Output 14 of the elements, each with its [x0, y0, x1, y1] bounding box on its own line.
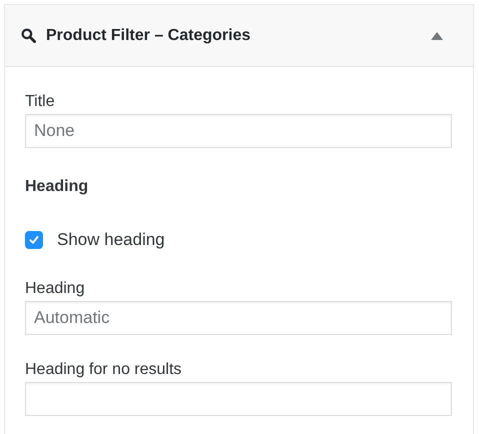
checkmark-icon	[28, 234, 40, 246]
checkbox[interactable]	[25, 231, 43, 249]
text-field[interactable]: Automatic	[25, 301, 452, 335]
field-label: Title	[25, 93, 56, 111]
up-triangle-icon	[431, 32, 443, 40]
text-field[interactable]	[25, 382, 452, 416]
collapse-toggle[interactable]	[429, 30, 445, 42]
search-icon	[21, 28, 36, 43]
field-label: Heading for no results	[25, 361, 183, 379]
field-label: Heading	[25, 280, 86, 298]
section-heading: Heading	[25, 178, 88, 196]
text-field[interactable]: None	[25, 114, 452, 148]
panel-title: Product Filter – Categories	[46, 26, 252, 44]
checkbox-label: Show heading	[57, 230, 165, 250]
